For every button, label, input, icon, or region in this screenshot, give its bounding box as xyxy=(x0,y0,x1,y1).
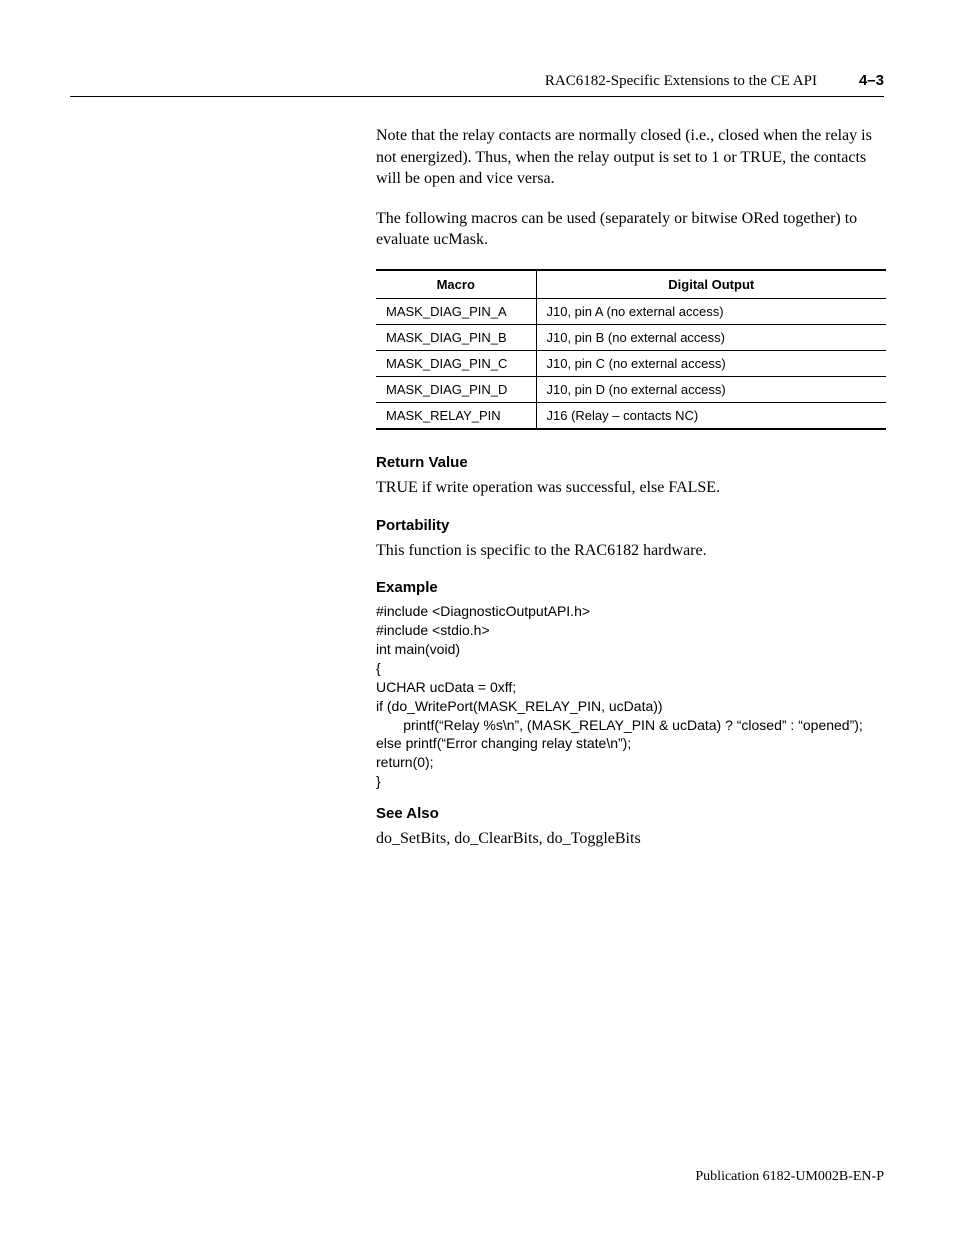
return-value-body: TRUE if write operation was successful, … xyxy=(376,477,886,499)
paragraph-2: The following macros can be used (separa… xyxy=(376,208,886,251)
footer-publication: Publication 6182-UM002B-EN-P xyxy=(695,1169,884,1185)
code-line: #include <stdio.h> xyxy=(376,621,886,640)
table-row: MASK_DIAG_PIN_A J10, pin A (no external … xyxy=(376,298,886,324)
cell-macro: MASK_RELAY_PIN xyxy=(376,402,536,429)
page-number: 4–3 xyxy=(859,72,884,89)
code-line: else printf(“Error changing relay state\… xyxy=(376,734,886,753)
code-line: int main(void) xyxy=(376,640,886,659)
cell-macro: MASK_DIAG_PIN_B xyxy=(376,324,536,350)
table-row: MASK_DIAG_PIN_C J10, pin C (no external … xyxy=(376,350,886,376)
table-row: MASK_DIAG_PIN_D J10, pin D (no external … xyxy=(376,376,886,402)
cell-output: J10, pin B (no external access) xyxy=(536,324,886,350)
section-return-value: Return Value xyxy=(376,454,886,471)
paragraph-1: Note that the relay contacts are normall… xyxy=(376,125,886,190)
header-title: RAC6182-Specific Extensions to the CE AP… xyxy=(545,73,817,90)
table-row: MASK_DIAG_PIN_B J10, pin B (no external … xyxy=(376,324,886,350)
content: Note that the relay contacts are normall… xyxy=(376,125,886,850)
portability-body: This function is specific to the RAC6182… xyxy=(376,540,886,562)
cell-macro: MASK_DIAG_PIN_C xyxy=(376,350,536,376)
code-line: return(0); xyxy=(376,753,886,772)
see-also-body: do_SetBits, do_ClearBits, do_ToggleBits xyxy=(376,828,886,850)
cell-output: J10, pin D (no external access) xyxy=(536,376,886,402)
table-header-output: Digital Output xyxy=(536,270,886,299)
table-header-macro: Macro xyxy=(376,270,536,299)
code-line: if (do_WritePort(MASK_RELAY_PIN, ucData)… xyxy=(376,697,886,716)
section-portability: Portability xyxy=(376,517,886,534)
cell-macro: MASK_DIAG_PIN_D xyxy=(376,376,536,402)
cell-output: J16 (Relay – contacts NC) xyxy=(536,402,886,429)
cell-output: J10, pin C (no external access) xyxy=(536,350,886,376)
code-line: { xyxy=(376,659,886,678)
cell-macro: MASK_DIAG_PIN_A xyxy=(376,298,536,324)
section-example: Example xyxy=(376,579,886,596)
table-row: MASK_RELAY_PIN J16 (Relay – contacts NC) xyxy=(376,402,886,429)
code-line: #include <DiagnosticOutputAPI.h> xyxy=(376,602,886,621)
code-line: UCHAR ucData = 0xff; xyxy=(376,678,886,697)
code-line: } xyxy=(376,772,886,791)
page-header: RAC6182-Specific Extensions to the CE AP… xyxy=(70,72,884,97)
code-line: printf(“Relay %s\n”, (MASK_RELAY_PIN & u… xyxy=(376,716,886,735)
code-block: #include <DiagnosticOutputAPI.h>#include… xyxy=(376,602,886,791)
section-see-also: See Also xyxy=(376,805,886,822)
macro-table: Macro Digital Output MASK_DIAG_PIN_A J10… xyxy=(376,269,886,430)
cell-output: J10, pin A (no external access) xyxy=(536,298,886,324)
